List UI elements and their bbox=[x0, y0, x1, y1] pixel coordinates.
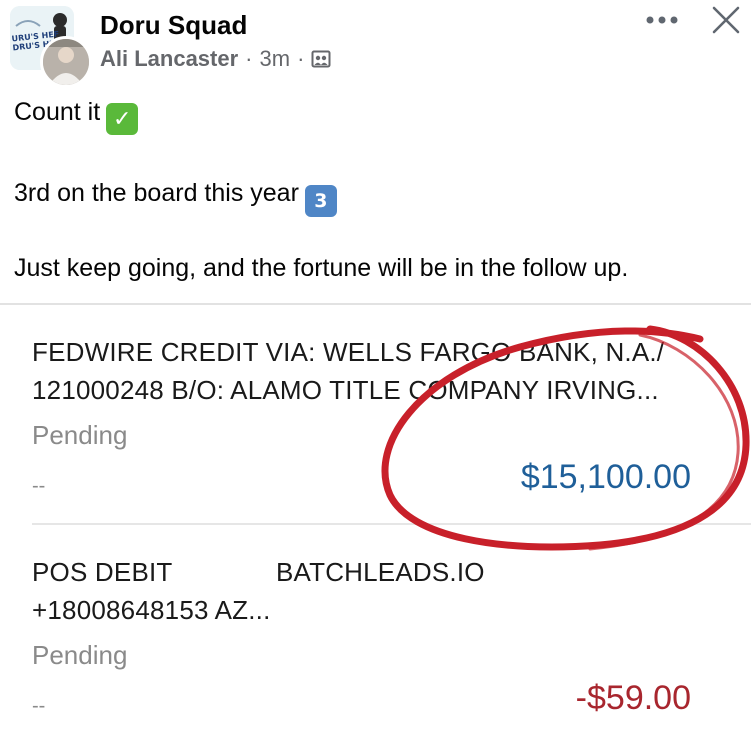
more-options-button[interactable] bbox=[640, 2, 684, 38]
transaction-status: Pending bbox=[32, 420, 128, 450]
post-header: URU'S HEF DRU'S HI Doru Squad Ali Lancas… bbox=[0, 0, 751, 90]
post-timestamp[interactable]: 3m bbox=[260, 46, 291, 72]
post-meta: Ali Lancaster · 3m · bbox=[100, 46, 331, 72]
transaction-description: 121000248 B/O: ALAMO TITLE COMPANY IRVIN… bbox=[32, 375, 659, 405]
row-divider bbox=[32, 523, 751, 525]
post-text-line: Count it ✓ bbox=[14, 98, 734, 135]
group-name-link[interactable]: Doru Squad bbox=[100, 10, 247, 41]
attached-photo[interactable]: FEDWIRE CREDIT VIA: WELLS FARGO BANK, N.… bbox=[0, 305, 751, 751]
post-text: 3rd on the board this year bbox=[14, 179, 299, 207]
transaction-amount: -$59.00 bbox=[575, 679, 691, 717]
more-horizontal-icon bbox=[646, 16, 678, 24]
person-photo-icon bbox=[43, 39, 89, 85]
post-text-line: 3rd on the board this year 3 bbox=[14, 179, 734, 217]
transaction-description: POS DEBIT BATCHLEADS.IO bbox=[32, 557, 485, 587]
close-icon bbox=[712, 6, 740, 34]
transaction-description: +18008648153 AZ... bbox=[32, 595, 271, 625]
check-mark-emoji-icon: ✓ bbox=[106, 103, 139, 135]
transaction-row: POS DEBIT BATCHLEADS.IO +18008648153 AZ.… bbox=[32, 553, 732, 653]
post-text: Count it bbox=[14, 98, 101, 126]
meta-separator: · bbox=[297, 46, 305, 71]
keycap-three-emoji-icon: 3 bbox=[304, 185, 337, 217]
author-avatar[interactable] bbox=[40, 36, 92, 88]
transaction-status: Pending bbox=[32, 640, 128, 670]
post-text-line: Just keep going, and the fortune will be… bbox=[14, 254, 734, 283]
transaction-description: FEDWIRE CREDIT VIA: WELLS FARGO BANK, N.… bbox=[32, 337, 665, 367]
close-post-button[interactable] bbox=[704, 0, 748, 40]
author-name-link[interactable]: Ali Lancaster bbox=[100, 46, 238, 72]
meta-separator: · bbox=[245, 46, 253, 71]
transaction-amount: $15,100.00 bbox=[520, 458, 691, 496]
post-text: Just keep going, and the fortune will be… bbox=[14, 254, 629, 282]
group-privacy-icon bbox=[311, 49, 331, 69]
transaction-dash: -- bbox=[32, 475, 46, 497]
transaction-dash: -- bbox=[32, 695, 46, 717]
